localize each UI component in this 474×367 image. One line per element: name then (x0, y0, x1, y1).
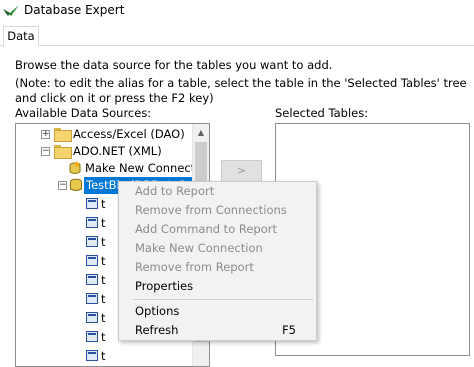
title-bar: Database Expert (0, 0, 474, 22)
menu-item-remove-from-report[interactable]: Remove from Report (119, 258, 316, 277)
menu-item-refresh[interactable]: Refresh F5 (119, 321, 316, 340)
table-label: t (101, 330, 106, 344)
menu-item-label: Remove from Connections (135, 203, 287, 217)
tree-node-make-new-connection[interactable]: Make New Connection (16, 160, 209, 177)
table-icon (86, 217, 98, 228)
menu-item-add-to-report[interactable]: Add to Report (119, 182, 316, 201)
expand-icon[interactable]: + (41, 130, 50, 139)
menu-item-make-new-connection[interactable]: Make New Connection (119, 239, 316, 258)
tab-data[interactable]: Data (3, 26, 39, 47)
table-icon (86, 255, 98, 266)
collapse-icon[interactable]: − (41, 147, 50, 156)
instruction-text: Browse the data source for the tables yo… (15, 58, 333, 72)
scroll-up-icon[interactable]: ▲ (193, 124, 209, 141)
tree-node-table[interactable]: t (86, 348, 126, 365)
tree-node-access-excel[interactable]: + Access/Excel (DAO) (16, 126, 192, 143)
table-icon (86, 198, 98, 209)
context-menu: Add to Report Remove from Connections Ad… (118, 181, 317, 341)
menu-separator (133, 299, 313, 300)
tab-strip: Data (0, 22, 474, 47)
menu-item-label: Add Command to Report (135, 222, 278, 236)
table-icon (86, 293, 98, 304)
menu-item-label: Make New Connection (135, 241, 263, 255)
table-label: t (101, 235, 106, 249)
table-label: t (101, 197, 106, 211)
menu-item-add-command-to-report[interactable]: Add Command to Report (119, 220, 316, 239)
tree-node-ado-net[interactable]: − ADO.NET (XML) (16, 143, 192, 160)
menu-item-properties[interactable]: Properties (119, 277, 316, 296)
table-label: t (101, 349, 106, 363)
menu-item-label: Remove from Report (135, 260, 254, 274)
tree-node-label: Access/Excel (DAO) (73, 127, 185, 141)
menu-item-label: Properties (135, 279, 194, 293)
available-sources-label: Available Data Sources: (15, 106, 152, 120)
table-icon (86, 350, 98, 361)
collapse-icon[interactable]: − (58, 181, 67, 190)
selected-tables-label: Selected Tables: (275, 106, 369, 120)
new-connection-icon (68, 161, 82, 175)
app-logo-icon (3, 4, 19, 18)
menu-item-remove-from-connections[interactable]: Remove from Connections (119, 201, 316, 220)
table-label: t (101, 254, 106, 268)
table-icon (86, 274, 98, 285)
table-label: t (101, 311, 106, 325)
menu-shortcut: F5 (282, 323, 296, 337)
window-title: Database Expert (24, 3, 125, 17)
table-icon (86, 312, 98, 323)
table-icon (86, 236, 98, 247)
table-icon (86, 331, 98, 342)
menu-item-label: Options (135, 304, 180, 318)
table-label: t (101, 273, 106, 287)
menu-item-label: Add to Report (135, 184, 215, 198)
add-to-selected-button[interactable]: > (221, 160, 262, 182)
menu-item-label: Refresh (135, 323, 179, 337)
note-text: (Note: to edit the alias for a table, se… (15, 76, 467, 105)
folder-icon (54, 128, 72, 142)
menu-item-options[interactable]: Options (119, 302, 316, 321)
table-label: t (101, 216, 106, 230)
folder-icon (54, 145, 72, 159)
tree-node-label: ADO.NET (XML) (73, 144, 162, 158)
database-icon (69, 178, 83, 192)
table-label: t (101, 292, 106, 306)
